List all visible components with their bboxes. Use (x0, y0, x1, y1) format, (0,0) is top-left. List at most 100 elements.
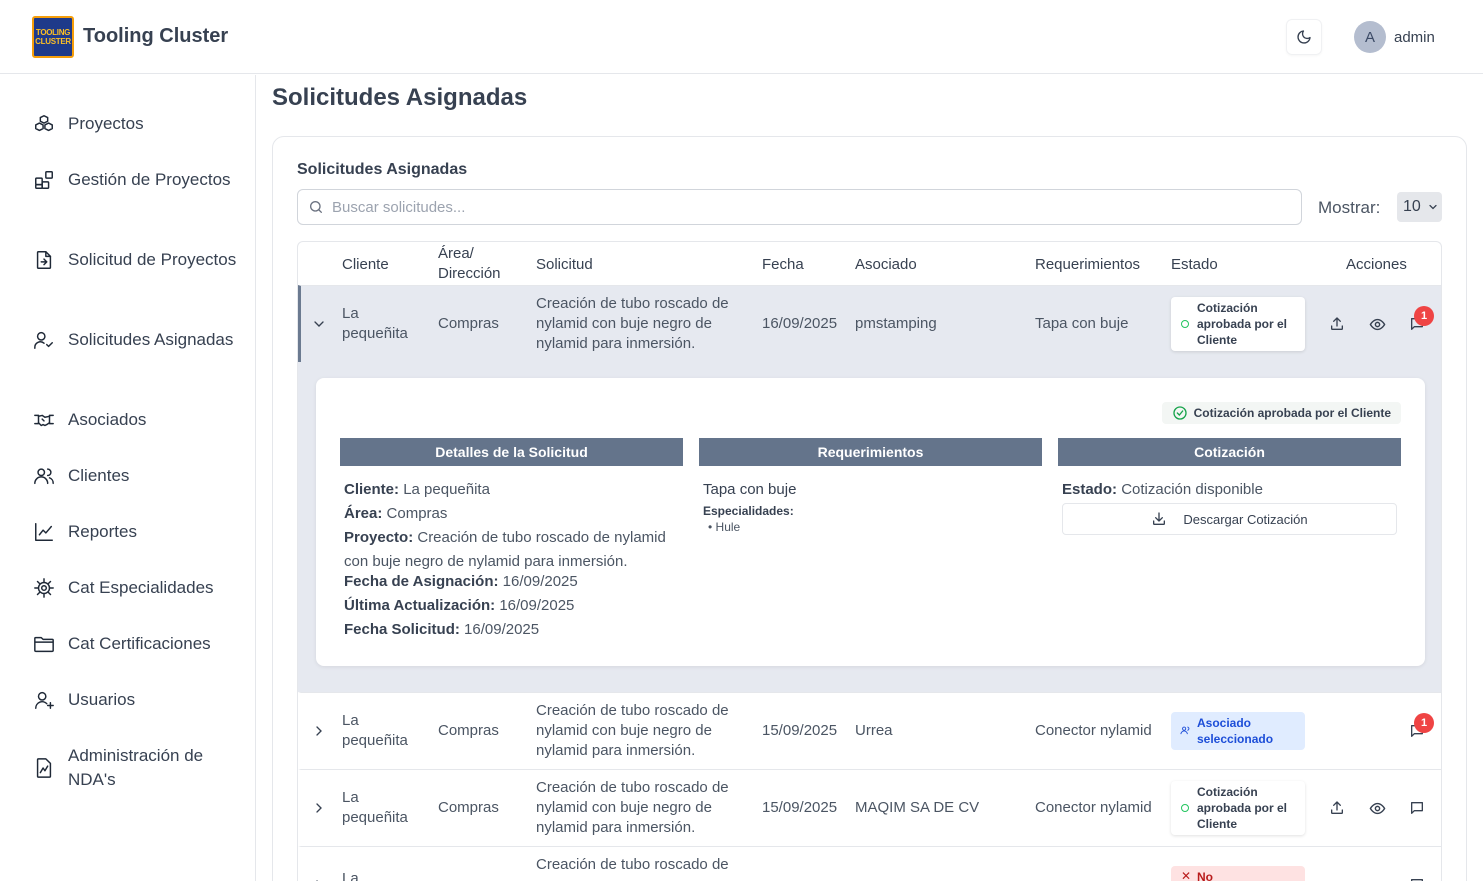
sidebar-item-reportes[interactable]: Reportes (32, 520, 238, 544)
sidebar-item-clientes[interactable]: Clientes (32, 464, 238, 488)
detail-label: Fecha de Asignación: (344, 573, 499, 590)
sidebar-item-usuarios[interactable]: Usuarios (32, 688, 238, 712)
sidebar-item-label: Clientes (68, 466, 130, 485)
download-label: Descargar Cotización (1183, 511, 1308, 527)
file-signature-icon (32, 756, 56, 780)
sidebar-item-solicitudes-asignadas[interactable]: Solicitudes Asignadas (32, 328, 238, 352)
chevron-down-icon[interactable] (311, 316, 327, 332)
cell-asociado: pmstamping (855, 315, 937, 332)
chevron-right-icon[interactable] (311, 723, 327, 739)
search-input[interactable] (332, 198, 1232, 216)
user-check-icon (32, 328, 56, 352)
sidebar-item-label: Cat Certificaciones (68, 634, 211, 653)
chevron-right-icon[interactable] (311, 877, 327, 881)
tooling-cluster-logo[interactable]: TOOLING CLUSTER (32, 16, 74, 58)
cell-requerimientos: Conector nylamid (1035, 722, 1152, 739)
chevron-right-icon[interactable] (311, 800, 327, 816)
detail-area: Área: Compras (344, 502, 447, 526)
table-row[interactable]: La Creación de tubo roscado de ✕ No (298, 846, 1441, 881)
cell-area: Compras (438, 315, 499, 332)
avatar[interactable]: A (1354, 21, 1386, 53)
message-icon (1411, 802, 1423, 814)
cell-solicitud: Creación de tubo roscado de (536, 856, 729, 873)
eye-icon (1369, 802, 1385, 814)
badge-line: aprobada por el (1197, 801, 1288, 815)
notification-badge: 1 (1414, 713, 1434, 733)
badge-line: Asociado (1197, 716, 1252, 730)
page-size-label: Mostrar: (1318, 198, 1381, 217)
cell-fecha: 16/09/2025 (762, 315, 838, 332)
col-header-cliente[interactable]: Cliente (342, 255, 389, 275)
theme-toggle-button[interactable] (1286, 19, 1322, 55)
cell-line: nylamid para inmersión. (536, 742, 696, 759)
upload-button[interactable] (1328, 315, 1346, 333)
cell-line: Creación de tubo roscado de (536, 702, 729, 719)
sidebar-item-cat-especialidades[interactable]: Cat Especialidades (32, 576, 238, 600)
status-dot (1181, 804, 1189, 812)
detail-value: Creación de tubo roscado de nylamid (417, 529, 666, 546)
col-header-estado[interactable]: Estado (1171, 255, 1218, 275)
moon-icon (1297, 30, 1311, 44)
detail-fecha-solicitud: Fecha Solicitud: 16/09/2025 (344, 618, 539, 642)
col-header-area[interactable]: Área/ Dirección (438, 244, 501, 284)
sidebar-item-proyectos[interactable]: Proyectos (32, 112, 238, 136)
row-details: Cotización aprobada por el Cliente Detal… (298, 362, 1441, 692)
table-row[interactable]: La pequeñita Compras Creación de tubo ros… (298, 769, 1441, 846)
comments-button[interactable] (1408, 876, 1426, 881)
view-button[interactable] (1368, 315, 1386, 333)
cell-area: Compras (438, 799, 499, 816)
col-header-fecha[interactable]: Fecha (762, 255, 804, 275)
detail-fecha-asignacion: Fecha de Asignación: 16/09/2025 (344, 570, 578, 594)
col-header-acciones: Acciones (1346, 256, 1407, 273)
comments-button[interactable] (1408, 799, 1426, 817)
brand-name: Tooling Cluster (83, 25, 229, 47)
detail-value: 16/09/2025 (499, 597, 575, 614)
badge-line: Cliente (1197, 333, 1238, 347)
sidebar-item-asociados[interactable]: Asociados (32, 408, 238, 432)
detail-value: Compras (386, 505, 448, 522)
cell-asociado: Urrea (855, 722, 893, 739)
sidebar-item-label: Solicitud de Proyectos (68, 250, 237, 269)
detail-ultima-actualizacion: Última Actualización: 16/09/2025 (344, 594, 574, 618)
status-badge: ✕ No (1171, 866, 1305, 881)
cell-asociado: MAQIM SA DE CV (855, 799, 980, 816)
col-header-area-line: Área/ (438, 245, 474, 262)
especialidad-value: Hule (715, 520, 741, 534)
detail-label: Última Actualización: (344, 597, 496, 614)
cell-cliente: La pequeñita (342, 711, 408, 751)
cell-line: La (342, 305, 359, 322)
detail-label: Fecha Solicitud: (344, 621, 460, 638)
search-box[interactable] (297, 189, 1302, 225)
sidebar-item-solicitud-proyectos[interactable]: Solicitud de Proyectos (32, 248, 238, 272)
sidebar-item-cat-certificaciones[interactable]: Cat Certificaciones (32, 632, 238, 656)
detail-proyecto: Proyecto: Creación de tubo roscado de ny… (344, 526, 674, 574)
table-row[interactable]: La pequeñita Compras Creación de tubo ros… (298, 285, 1441, 362)
detail-cliente: Cliente: La pequeñita (344, 478, 490, 502)
cell-fecha: 15/09/2025 (762, 722, 838, 739)
cell-line: nylamid con buje negro de (536, 722, 712, 739)
cell-line: nylamid con buje negro de (536, 799, 712, 816)
col-header-solicitud[interactable]: Solicitud (536, 255, 593, 275)
detail-label: Cliente: (344, 481, 400, 498)
sidebar-item-gestion-proyectos[interactable]: Gestión de Proyectos (32, 168, 238, 192)
cell-solicitud: Creación de tubo roscado de nylamid con b… (536, 294, 729, 354)
cell-line: La (342, 789, 359, 806)
search-icon (310, 201, 322, 213)
username[interactable]: admin (1394, 29, 1435, 46)
section-header-cotizacion: Cotización (1058, 438, 1401, 466)
detail-value: Cotización disponible (1121, 481, 1263, 498)
download-quote-button[interactable]: Descargar Cotización (1062, 503, 1397, 535)
section-header-requerimientos: Requerimientos (699, 438, 1042, 466)
view-button[interactable] (1368, 799, 1386, 817)
col-header-requerimientos[interactable]: Requerimientos (1035, 255, 1140, 275)
upload-button[interactable] (1328, 799, 1346, 817)
detail-value: La pequeñita (403, 481, 490, 498)
page-size-select[interactable]: 10 (1397, 192, 1442, 222)
line-chart-icon (32, 520, 56, 544)
col-header-asociado[interactable]: Asociado (855, 255, 917, 275)
table-row[interactable]: La pequeñita Compras Creación de tubo ros… (298, 692, 1441, 769)
sidebar-item-nda-admin[interactable]: Administración de NDA's (32, 744, 238, 792)
detail-value: con buje negro de nylamid para inmersión… (344, 553, 628, 570)
cotizacion-estado: Estado: Cotización disponible (1062, 478, 1263, 502)
cell-line: nylamid con buje negro de (536, 315, 712, 332)
